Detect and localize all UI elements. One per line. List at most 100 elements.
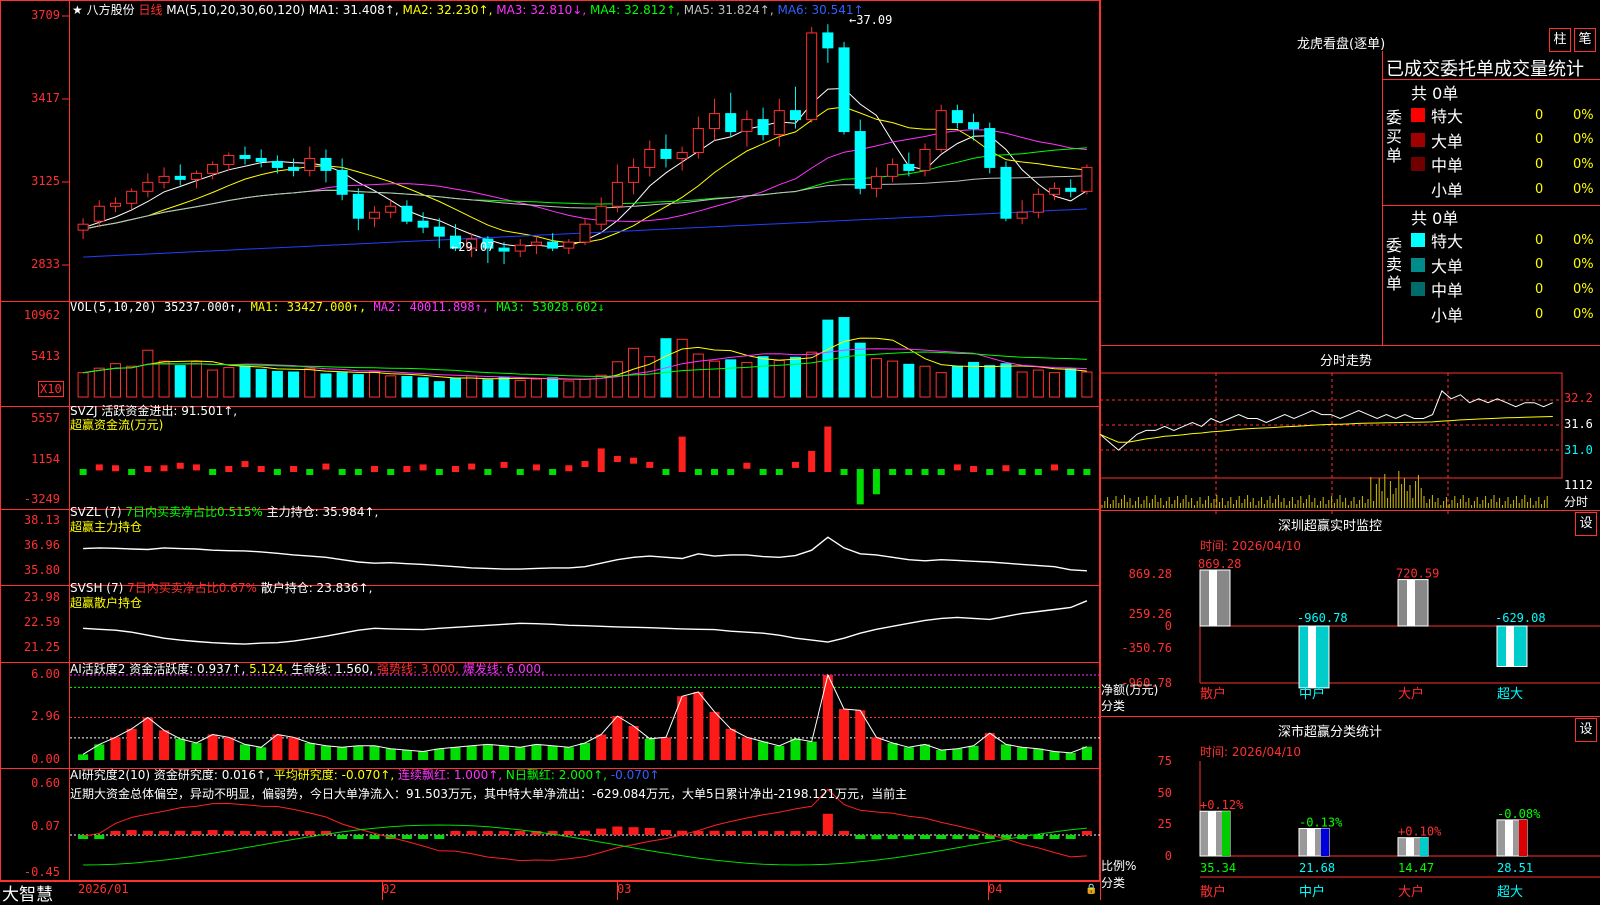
candle-body xyxy=(660,148,672,159)
svzj-bar xyxy=(160,465,168,472)
volume-bar xyxy=(887,360,899,398)
legend-swatch xyxy=(1411,182,1425,196)
volume-bar xyxy=(142,349,154,398)
ai-research-header: AI研究度2(10) 资金研究度: 0.016↑, 平均研究度: -0.070↑… xyxy=(70,768,660,782)
volume-bar xyxy=(514,379,526,398)
svzj-bar xyxy=(986,469,994,475)
activity-bar xyxy=(644,738,655,760)
fenshi-axis-label: 31.6 xyxy=(1564,417,1593,431)
legend-swatch xyxy=(1411,108,1425,123)
stat-title: 已成交委托单成交量统计 xyxy=(1386,59,1584,80)
lhb-title: 龙虎看盘(逐单) xyxy=(1297,37,1386,52)
research-bar xyxy=(855,835,866,839)
activity-bar xyxy=(515,747,526,760)
sc-title: 深市超赢分类统计 xyxy=(1278,725,1383,740)
sc-change-label: +0.12% xyxy=(1200,798,1244,812)
research-bar xyxy=(515,831,526,835)
research-bar xyxy=(774,831,785,835)
activity-bar xyxy=(612,716,623,760)
favorite-star-icon[interactable]: ★ xyxy=(72,3,83,17)
svzj-bar xyxy=(921,469,929,475)
candle-body xyxy=(579,223,591,243)
activity-bar xyxy=(1065,752,1076,760)
activity-bar xyxy=(353,745,364,760)
row-value: 0 xyxy=(1535,257,1544,273)
candle-body xyxy=(1081,166,1093,192)
period-label[interactable]: 日线 xyxy=(138,3,162,17)
research-bar xyxy=(579,830,591,835)
sell-total: 共 0单 xyxy=(1411,209,1459,228)
activity-bar xyxy=(272,734,283,760)
activity-bar xyxy=(903,747,914,760)
vol-axis-label: 5413 xyxy=(31,349,60,363)
research-bar xyxy=(952,835,963,839)
buy-row-2: 中单 0 0% xyxy=(1409,152,1600,177)
sc-bar-accent xyxy=(1321,828,1329,856)
volume-bar xyxy=(239,365,251,398)
research-bar xyxy=(903,835,914,840)
volume-bar xyxy=(126,365,138,398)
legend-swatch xyxy=(1411,132,1425,147)
activity-bar xyxy=(320,745,331,760)
volume-bar xyxy=(93,367,105,398)
volume-bar xyxy=(190,361,202,398)
svzj-bar xyxy=(338,469,346,475)
row-name: 特大 xyxy=(1431,232,1464,252)
candle-body xyxy=(369,211,381,219)
svzj-bar xyxy=(824,426,832,472)
volume-bar xyxy=(466,375,478,398)
candle-body xyxy=(126,190,138,204)
row-value: 0 xyxy=(1535,132,1544,148)
vol-unit-badge[interactable]: X10 xyxy=(38,381,64,397)
candle-body xyxy=(757,119,769,136)
fenshi-axis-label: 32.2 xyxy=(1564,391,1593,405)
sell-row-2: 中单 0 0% xyxy=(1409,277,1600,302)
sc-bar-highlight xyxy=(1505,819,1513,856)
candle-body xyxy=(725,113,737,133)
candle-body xyxy=(741,119,753,133)
candle-body xyxy=(951,110,963,124)
sz-axis-label: 0 xyxy=(1165,619,1172,633)
research-bar xyxy=(1033,835,1044,839)
candle-body xyxy=(207,163,219,174)
fenshi-axis-label: 1112 xyxy=(1564,478,1593,492)
buy-row-1: 大单 0 0% xyxy=(1409,128,1600,153)
candle-body xyxy=(288,166,300,171)
volume-bar xyxy=(271,370,283,398)
sz-bar-highlight xyxy=(1209,570,1217,626)
research-bar xyxy=(353,835,364,839)
volume-bar xyxy=(757,356,769,398)
activity-bar xyxy=(385,748,396,760)
date-axis-label: 02 xyxy=(382,882,397,896)
bar-mode-button[interactable]: 柱 xyxy=(1549,28,1571,52)
brand-logo: 大智慧 xyxy=(2,885,53,905)
svzj-bar xyxy=(128,469,136,475)
candle-body xyxy=(385,205,397,213)
activity-bar xyxy=(628,726,639,760)
low-price-label: ←29.07 xyxy=(451,240,495,254)
tick-mode-button[interactable]: 笔 xyxy=(1574,28,1596,52)
svsh-axis-label: 21.25 xyxy=(23,640,60,654)
row-percent: 0% xyxy=(1573,107,1594,123)
row-percent: 0% xyxy=(1573,257,1594,273)
lock-icon[interactable]: 🔒 xyxy=(1085,884,1097,895)
research-bar xyxy=(288,831,299,835)
candle-body xyxy=(887,163,899,177)
volume-bar xyxy=(789,356,801,398)
candle-body xyxy=(984,128,996,168)
svzj-bar xyxy=(840,469,848,475)
sz-settings-button[interactable]: 设 xyxy=(1575,512,1597,536)
candle-body xyxy=(1000,166,1012,219)
svzj-bar xyxy=(743,462,751,469)
candle-body xyxy=(628,166,640,183)
activity-bar xyxy=(693,692,704,760)
main-chart-canvas[interactable]: 869.28259.260-350.76-960.78869.28散户-960.… xyxy=(0,0,1600,900)
svzj-bar xyxy=(516,469,524,475)
row-percent: 0% xyxy=(1573,156,1594,172)
sz-axis-label: -350.76 xyxy=(1121,641,1172,655)
research-bar xyxy=(434,835,445,839)
activity-bar xyxy=(191,743,202,760)
activity-bar xyxy=(78,754,89,760)
fenshi-avg-line xyxy=(1099,416,1553,443)
sc-settings-button[interactable]: 设 xyxy=(1575,718,1597,742)
